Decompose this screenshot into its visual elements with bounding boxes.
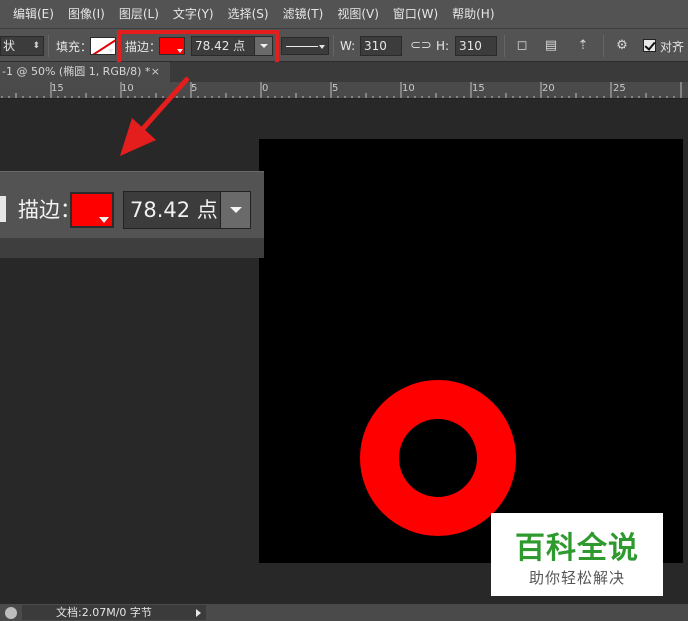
status-menu-arrow-icon[interactable] bbox=[196, 609, 201, 617]
width-input[interactable]: 310 像 bbox=[360, 36, 402, 56]
document-tab-bar: -1 @ 50% (椭圆 1, RGB/8) * × bbox=[0, 62, 688, 82]
watermark-logo: 百科全说 助你轻松解决 bbox=[491, 513, 663, 596]
document-info[interactable]: 文档:2.07M/0 字节 bbox=[22, 605, 206, 620]
status-bar: 文档:2.07M/0 字节 bbox=[0, 603, 688, 621]
gear-icon[interactable]: ⚙ bbox=[614, 38, 630, 54]
ruler-ticks bbox=[1, 82, 682, 98]
ruler-label: 15 bbox=[472, 83, 485, 94]
fill-label: 填充： bbox=[56, 39, 93, 54]
align-edges-label: 对齐 bbox=[660, 39, 685, 54]
menu-window[interactable]: 窗口(W) bbox=[386, 0, 445, 28]
ruler-label: 15 bbox=[51, 83, 64, 94]
status-info-icon[interactable] bbox=[5, 607, 17, 619]
menu-view[interactable]: 视图(V) bbox=[330, 0, 386, 28]
callout-stroke-width: 78.42 点 bbox=[123, 191, 251, 229]
align-edges-checkbox[interactable] bbox=[643, 39, 656, 52]
menu-edit[interactable]: 编辑(E) bbox=[6, 0, 61, 28]
separator bbox=[48, 35, 49, 57]
path-operations-icon[interactable]: ◻ bbox=[514, 38, 530, 54]
callout-bottom-strip bbox=[0, 238, 264, 258]
callout-stroke-width-value: 78.42 点 bbox=[130, 198, 218, 222]
ruler-label: 0 bbox=[262, 83, 269, 94]
menu-help[interactable]: 帮助(H) bbox=[445, 0, 501, 28]
separator bbox=[504, 35, 505, 57]
watermark-subtitle: 助你轻松解决 bbox=[528, 569, 625, 587]
arrow-shaft bbox=[138, 76, 190, 134]
path-alignment-icon[interactable]: ▤ bbox=[543, 38, 559, 54]
chevron-down-icon bbox=[319, 45, 325, 49]
callout-stroke-swatch bbox=[70, 192, 114, 228]
horizontal-ruler: 15 10 5 0 5 10 15 20 25 bbox=[0, 82, 688, 99]
separator bbox=[603, 35, 604, 57]
ruler-label: 20 bbox=[542, 83, 555, 94]
ruler-label: 5 bbox=[332, 83, 339, 94]
annotation-arrow bbox=[120, 76, 190, 156]
document-canvas[interactable] bbox=[259, 139, 683, 563]
link-icon[interactable]: ⊂⊃ bbox=[410, 38, 432, 54]
separator bbox=[333, 35, 334, 57]
menu-select[interactable]: 选择(S) bbox=[221, 0, 276, 28]
chevron-down-icon bbox=[99, 217, 109, 223]
path-arrangement-icon[interactable]: ⇡ bbox=[575, 38, 591, 54]
callout-dropdown-button bbox=[220, 192, 250, 228]
shape-mode-label: 状 bbox=[3, 39, 16, 53]
stroke-type-select[interactable] bbox=[281, 37, 329, 55]
options-bar: 状 ⬍ 填充： 描边： 78.42 点 W: 310 像 ⊂⊃ H: 310 像… bbox=[0, 28, 688, 62]
chevron-down-icon bbox=[108, 49, 114, 53]
callout-edge bbox=[0, 196, 6, 222]
spinner-icon: ⬍ bbox=[32, 41, 40, 51]
solid-line-icon bbox=[286, 46, 318, 47]
ruler-label: 10 bbox=[402, 83, 415, 94]
menu-filter[interactable]: 滤镜(T) bbox=[276, 0, 331, 28]
fill-color-swatch[interactable] bbox=[90, 37, 116, 55]
menu-layer[interactable]: 图层(L) bbox=[112, 0, 166, 28]
height-label: H: bbox=[436, 39, 450, 53]
menu-image[interactable]: 图像(I) bbox=[61, 0, 112, 28]
menu-type[interactable]: 文字(Y) bbox=[166, 0, 221, 28]
zoom-callout: 描边： 78.42 点 bbox=[0, 171, 264, 258]
shape-mode-select[interactable]: 状 ⬍ bbox=[0, 36, 44, 56]
photoshop-window: 编辑(E) 图像(I) 图层(L) 文字(Y) 选择(S) 滤镜(T) 视图(V… bbox=[0, 0, 688, 621]
width-label: W: bbox=[340, 39, 356, 53]
menu-bar: 编辑(E) 图像(I) 图层(L) 文字(Y) 选择(S) 滤镜(T) 视图(V… bbox=[0, 0, 688, 28]
height-input[interactable]: 310 像 bbox=[455, 36, 497, 56]
ruler-label: 25 bbox=[613, 83, 626, 94]
watermark-title: 百科全说 bbox=[515, 531, 639, 566]
